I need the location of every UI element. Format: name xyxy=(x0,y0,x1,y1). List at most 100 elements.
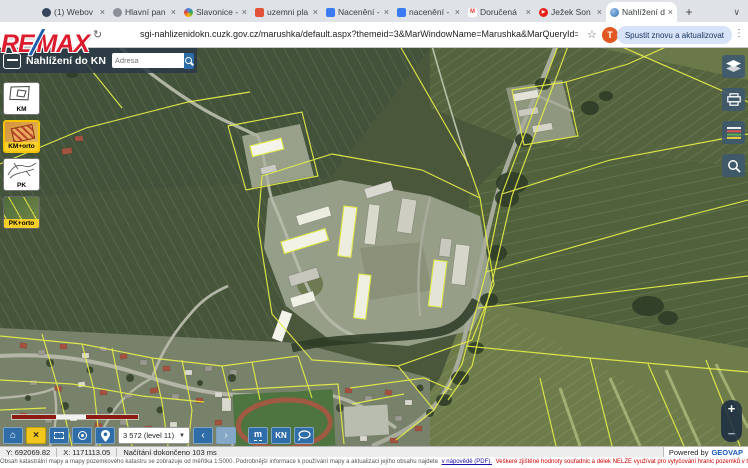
tab-close-icon[interactable]: × xyxy=(384,7,389,17)
address-search-input[interactable] xyxy=(112,53,184,68)
globe-icon xyxy=(610,8,619,17)
cancel-tool-button[interactable]: × xyxy=(26,427,46,444)
ortho-hatch-icon xyxy=(11,124,36,143)
help-pdf-link[interactable]: v nápovědě (PDF). xyxy=(442,459,492,465)
zoom-in-button[interactable]: + xyxy=(728,402,736,415)
zoom-rectangle-button[interactable] xyxy=(49,427,69,444)
tab-label: Nahlížení d xyxy=(622,7,665,17)
tab-label: (1) Webov xyxy=(54,7,97,17)
legend-button[interactable] xyxy=(722,121,745,144)
tab-close-icon[interactable]: × xyxy=(668,7,673,17)
crosshair-icon xyxy=(78,431,87,440)
print-button[interactable] xyxy=(722,88,745,111)
tab-label: Ježek Son xyxy=(551,7,594,17)
history-back-button[interactable]: ‹ xyxy=(193,427,213,444)
tab-close-icon[interactable]: × xyxy=(455,7,460,17)
map-viewport[interactable]: Nahlížení do KN KM KM+orto PK PK+orto xyxy=(0,48,748,446)
tab-favicon xyxy=(326,8,335,17)
youtube-icon: ▶ xyxy=(539,8,548,17)
history-forward-button[interactable]: › xyxy=(216,427,236,444)
tab-favicon xyxy=(255,8,264,17)
tab-search-chevron-icon[interactable]: ∨ xyxy=(733,7,740,18)
kn-info-button[interactable]: KN xyxy=(271,427,291,444)
profile-avatar[interactable]: T xyxy=(602,27,618,43)
browser-tab[interactable]: MDoručená× xyxy=(464,2,535,22)
cadastre-sketch-icon xyxy=(4,83,39,105)
tab-favicon xyxy=(184,8,193,17)
dashed-rectangle-icon xyxy=(54,432,64,439)
browser-tab[interactable]: nacenění -× xyxy=(393,2,464,22)
magnifier-icon xyxy=(727,159,741,173)
tab-close-icon[interactable]: × xyxy=(171,7,176,17)
map-toolbar: ⌂ × 3 572 (level 11) ▼ ‹ › m KN xyxy=(3,427,314,444)
address-bar: ↻ sgi-nahlizenidokn.cuzk.gov.cz/marushka… xyxy=(0,22,748,48)
layer-button-pk-orto[interactable]: PK+orto xyxy=(3,196,40,229)
layer-switcher: KM KM+orto PK PK+orto xyxy=(3,82,40,234)
zoom-search-button[interactable] xyxy=(722,154,745,177)
measure-button[interactable]: m xyxy=(248,427,268,444)
browser-tab-active[interactable]: Nahlížení d× xyxy=(606,2,677,22)
scale-value: 3 572 (level 11) xyxy=(123,431,174,440)
tab-favicon xyxy=(42,8,51,17)
locate-button[interactable] xyxy=(95,427,115,444)
zoom-control: + − xyxy=(721,400,742,442)
tab-label: Slavonice - xyxy=(196,7,239,17)
tab-label: uzemni pla xyxy=(267,7,310,17)
layer-button-km[interactable]: KM xyxy=(3,82,40,115)
browser-window: (1) Webov× Hlavní pan× Slavonice -× uzem… xyxy=(0,0,748,468)
map-pin-icon xyxy=(101,430,110,442)
load-status: Načítání dokončeno 103 ms xyxy=(117,448,222,457)
scale-bar xyxy=(12,415,138,419)
layers-button[interactable] xyxy=(722,55,745,78)
coordinate-y: Y: 692069.82 xyxy=(0,448,57,457)
new-tab-button[interactable]: + xyxy=(681,4,697,20)
browser-tab[interactable]: ▶Ježek Son× xyxy=(535,2,606,22)
browser-tab[interactable]: Nacenění -× xyxy=(322,2,393,22)
powered-by: Powered by GEOVAP xyxy=(663,446,748,457)
tab-strip: (1) Webov× Hlavní pan× Slavonice -× uzem… xyxy=(0,0,748,22)
browser-tab[interactable]: Hlavní pan× xyxy=(109,2,180,22)
status-bar: Y: 692069.82 X: 1171113.05 Načítání doko… xyxy=(0,446,748,457)
chrome-update-button[interactable]: Spustit znovu a aktualizovat xyxy=(617,26,732,44)
browser-tab[interactable]: Slavonice -× xyxy=(180,2,251,22)
tab-close-icon[interactable]: × xyxy=(100,7,105,17)
tab-label: Hlavní pan xyxy=(125,7,168,17)
center-map-button[interactable] xyxy=(72,427,92,444)
disclaimer-bar: Obsah katastrální mapy a mapy pozemkovéh… xyxy=(0,457,748,468)
browser-tab[interactable]: uzemni pla× xyxy=(251,2,322,22)
select-lasso-button[interactable] xyxy=(294,427,314,444)
bookmark-star-icon[interactable]: ☆ xyxy=(587,28,597,41)
measure-icon: m xyxy=(254,430,262,441)
disclaimer-warning: Veškeré zjištěné hodnoty souřadnic a dél… xyxy=(496,459,748,465)
aerial-map-canvas xyxy=(0,48,748,446)
coordinate-x: X: 1171113.05 xyxy=(57,448,117,457)
tab-favicon xyxy=(397,8,406,17)
legend-colors-icon xyxy=(727,127,741,139)
url-field[interactable]: sgi-nahlizenidokn.cuzk.gov.cz/marushka/d… xyxy=(140,29,578,39)
tab-close-icon[interactable]: × xyxy=(313,7,318,17)
layer-button-pk[interactable]: PK xyxy=(3,158,40,191)
lasso-icon xyxy=(298,430,311,441)
tab-label: Doručená xyxy=(480,7,523,17)
tab-favicon xyxy=(113,8,122,17)
caret-down-icon: ▼ xyxy=(179,433,185,439)
disclaimer-text: Obsah katastrální mapy a mapy pozemkovéh… xyxy=(0,459,438,465)
search-icon xyxy=(185,57,192,64)
browser-menu-icon[interactable]: ⋮ xyxy=(734,28,744,39)
browser-tab[interactable]: (1) Webov× xyxy=(38,2,109,22)
geovap-brand[interactable]: GEOVAP xyxy=(711,448,743,457)
tab-close-icon[interactable]: × xyxy=(526,7,531,17)
gmail-icon: M xyxy=(468,8,477,17)
printer-icon xyxy=(727,93,741,106)
map-tool-column xyxy=(722,55,745,187)
layer-button-km-orto[interactable]: KM+orto xyxy=(3,120,40,153)
remax-logo: RE/MAX xyxy=(1,27,89,59)
tab-label: Nacenění - xyxy=(338,7,381,17)
search-button[interactable] xyxy=(184,53,194,69)
zoom-out-button[interactable]: − xyxy=(728,427,736,440)
tab-close-icon[interactable]: × xyxy=(242,7,247,17)
tab-close-icon[interactable]: × xyxy=(597,7,602,17)
home-button[interactable]: ⌂ xyxy=(3,427,23,444)
scale-dropdown[interactable]: 3 572 (level 11) ▼ xyxy=(118,427,190,444)
reload-icon[interactable]: ↻ xyxy=(93,28,102,41)
